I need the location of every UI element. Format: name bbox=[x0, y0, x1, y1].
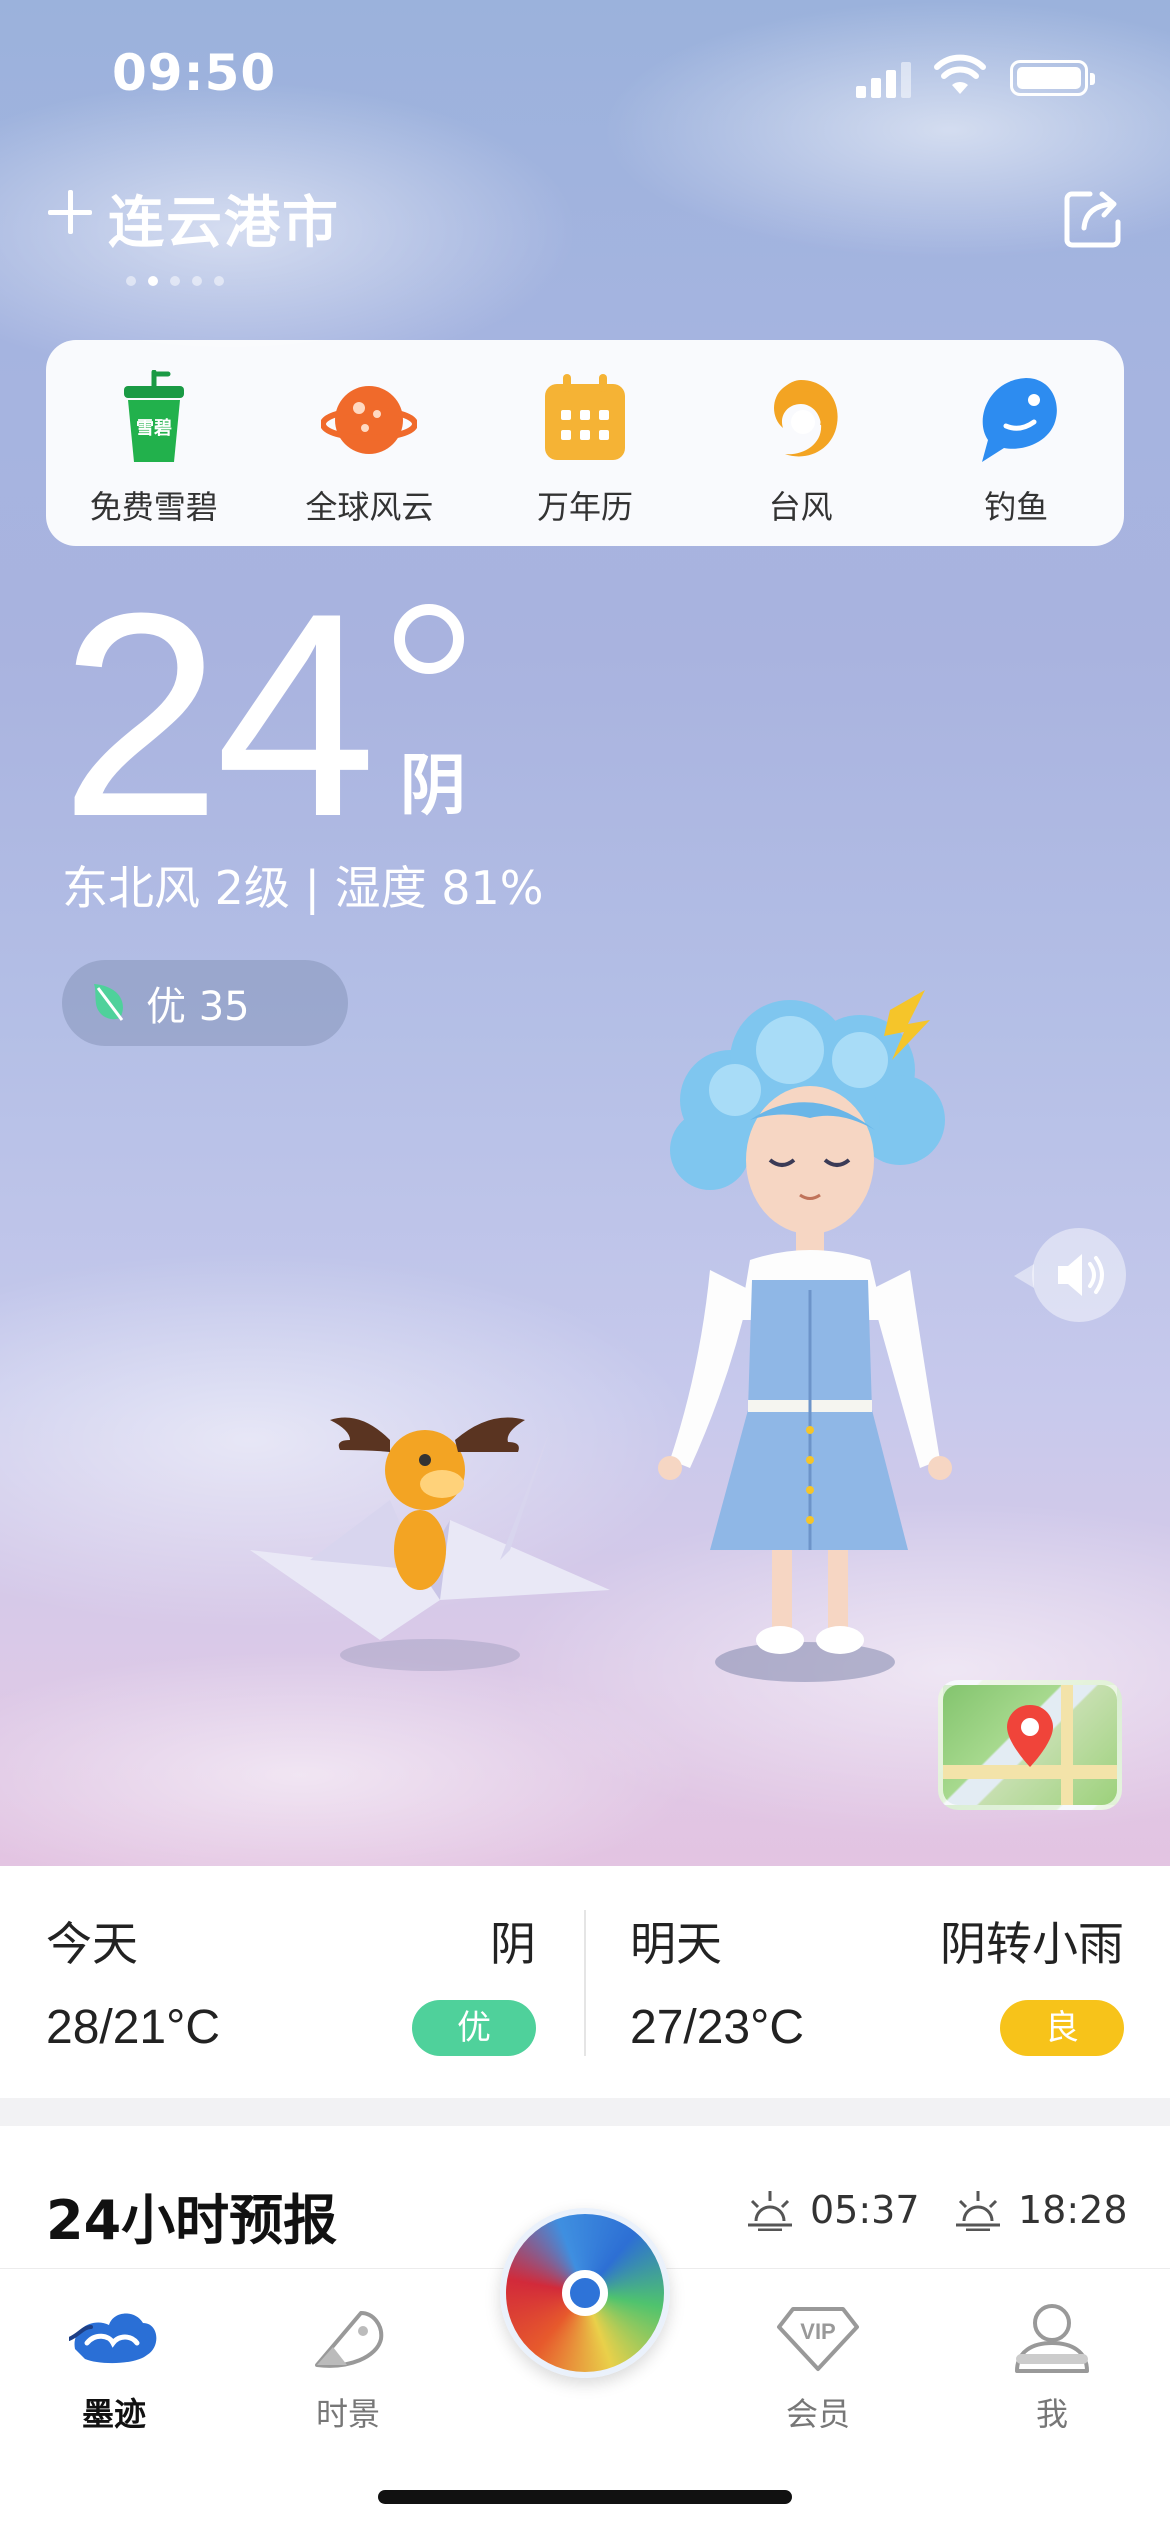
city-name[interactable]: 连云港市 bbox=[108, 178, 340, 259]
profile-icon bbox=[1015, 2304, 1089, 2373]
forecast-day-label: 今天 bbox=[46, 1917, 138, 1971]
forecast-temp: 28/21°C bbox=[46, 2001, 220, 2054]
svg-text:VIP: VIP bbox=[800, 2319, 835, 2344]
sunrise-time: 05:37 bbox=[810, 2188, 920, 2232]
moji-logo-icon bbox=[69, 2313, 157, 2364]
voice-broadcast-button[interactable] bbox=[1014, 1228, 1126, 1322]
tab-label: 时景 bbox=[315, 2395, 380, 2433]
forecast-condition: 阴 bbox=[490, 1917, 536, 1971]
map-button[interactable] bbox=[938, 1680, 1122, 1810]
sprite-cup-icon: 雪碧 bbox=[123, 370, 184, 462]
aqi-value: 优 35 bbox=[146, 984, 250, 1030]
forecast-day-label: 明天 bbox=[630, 1917, 722, 1971]
shortcut-global-weather[interactable]: 全球风云 bbox=[279, 370, 459, 528]
battery-icon bbox=[1010, 60, 1095, 96]
sunrise: 05:37 bbox=[744, 2188, 920, 2232]
forecast-tomorrow[interactable]: 明天 阴转小雨 27/23°C 良 bbox=[586, 1866, 1170, 2098]
forecast-condition: 阴转小雨 bbox=[940, 1917, 1124, 1971]
shortcut-typhoon[interactable]: 台风 bbox=[711, 370, 891, 528]
tab-vip[interactable]: VIP 会员 bbox=[738, 2299, 898, 2435]
home-indicator[interactable] bbox=[378, 2490, 792, 2504]
sunset-icon bbox=[956, 2191, 1000, 2231]
calendar-icon bbox=[544, 374, 625, 460]
aqi-badge: 优 bbox=[412, 2000, 536, 2056]
shortcut-label: 台风 bbox=[768, 488, 833, 526]
page-dot bbox=[126, 276, 136, 286]
shortcut-card: 雪碧 免费雪碧 全球风云 万年历 台风 钓鱼 bbox=[46, 340, 1124, 546]
leaf-icon bbox=[94, 984, 124, 1021]
tab-label: 我 bbox=[1035, 2395, 1068, 2433]
tab-scene[interactable]: 时景 bbox=[268, 2299, 428, 2435]
weather-character-illustration bbox=[658, 990, 952, 1682]
forecast-today[interactable]: 今天 阴 28/21°C 优 bbox=[0, 1866, 584, 2098]
scene-icon bbox=[315, 2311, 384, 2368]
city-page-indicator bbox=[126, 276, 224, 286]
location-dot-icon bbox=[562, 2270, 608, 2316]
shortcut-free-sprite[interactable]: 雪碧 免费雪碧 bbox=[64, 370, 244, 528]
cup-text: 雪碧 bbox=[136, 417, 172, 439]
daily-forecast-strip: 今天 阴 28/21°C 优 明天 阴转小雨 27/23°C 良 bbox=[0, 1866, 1170, 2098]
current-temperature: 24 bbox=[60, 553, 377, 877]
vip-icon: VIP bbox=[777, 2307, 859, 2371]
cellular-signal-icon bbox=[856, 60, 912, 98]
hourly-title: 24小时预报 bbox=[46, 2189, 338, 2252]
status-time: 09:50 bbox=[112, 44, 277, 102]
tab-label: 墨迹 bbox=[81, 2395, 146, 2433]
tab-label: 会员 bbox=[785, 2395, 850, 2433]
fish-icon bbox=[982, 378, 1058, 462]
degree-symbol bbox=[394, 604, 464, 674]
page-dot-active bbox=[148, 276, 158, 286]
share-icon[interactable] bbox=[1062, 188, 1124, 250]
moose-crane-illustration bbox=[250, 1417, 610, 1671]
tab-me[interactable]: 我 bbox=[972, 2299, 1132, 2435]
speaker-icon bbox=[1058, 1254, 1104, 1296]
map-pin-icon bbox=[943, 1685, 1117, 1805]
sunset-time: 18:28 bbox=[1018, 2188, 1128, 2232]
shortcut-fishing[interactable]: 钓鱼 bbox=[926, 370, 1106, 528]
page-dot bbox=[192, 276, 202, 286]
shortcut-label: 全球风云 bbox=[305, 488, 434, 526]
planet-icon bbox=[321, 386, 418, 454]
typhoon-icon bbox=[773, 380, 838, 457]
sunrise-icon bbox=[748, 2191, 792, 2231]
current-condition: 阴 bbox=[400, 747, 466, 824]
page-dot bbox=[170, 276, 180, 286]
shortcut-calendar[interactable]: 万年历 bbox=[495, 370, 675, 528]
page-dot bbox=[214, 276, 224, 286]
aqi-badge: 良 bbox=[1000, 2000, 1124, 2056]
sunset: 18:28 bbox=[952, 2188, 1128, 2232]
wind-humidity: 东北风 2级 | 湿度 81% bbox=[62, 861, 544, 915]
shortcut-label: 免费雪碧 bbox=[89, 488, 218, 526]
wifi-icon bbox=[934, 54, 986, 94]
weather-hero: 09:50 连云港市 雪碧 免费雪碧 全球风云 万年历 台风 钓鱼 24 阴 东… bbox=[0, 0, 1170, 1866]
section-separator bbox=[0, 2098, 1170, 2126]
weather-radar-button[interactable] bbox=[500, 2208, 670, 2378]
shortcut-label: 万年历 bbox=[536, 488, 633, 526]
tab-moji[interactable]: 墨迹 bbox=[34, 2299, 194, 2435]
add-city-button[interactable] bbox=[48, 190, 92, 234]
aqi-button[interactable]: 优 35 bbox=[62, 960, 348, 1046]
shortcut-label: 钓鱼 bbox=[984, 488, 1049, 526]
forecast-temp: 27/23°C bbox=[630, 2001, 804, 2054]
